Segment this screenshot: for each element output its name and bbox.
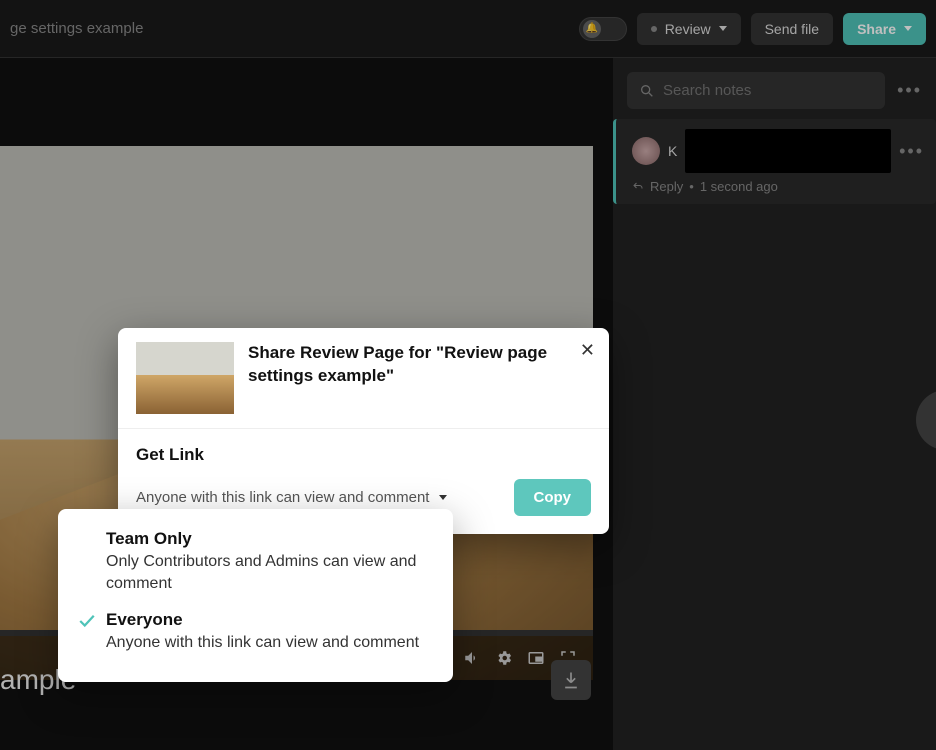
permission-option-title: Everyone [106, 610, 433, 630]
share-thumbnail [136, 342, 234, 414]
permission-option-desc: Anyone with this link can view and comme… [106, 632, 433, 654]
permission-popover: Team Only Only Contributors and Admins c… [58, 509, 453, 682]
copy-link-button[interactable]: Copy [514, 479, 592, 516]
permission-summary: Anyone with this link can view and comme… [136, 489, 429, 506]
permission-option-team-only[interactable]: Team Only Only Contributors and Admins c… [78, 523, 433, 604]
get-link-heading: Get Link [136, 445, 591, 465]
check-icon [78, 614, 96, 633]
permission-option-title: Team Only [106, 529, 433, 549]
permission-option-desc: Only Contributors and Admins can view an… [106, 551, 433, 594]
permission-dropdown[interactable]: Anyone with this link can view and comme… [136, 489, 447, 506]
chevron-down-icon [439, 495, 447, 500]
share-dialog-header: Share Review Page for "Review page setti… [118, 328, 609, 429]
share-dialog: Share Review Page for "Review page setti… [118, 328, 609, 534]
permission-option-everyone[interactable]: Everyone Anyone with this link can view … [78, 604, 433, 664]
close-icon[interactable]: ✕ [580, 340, 595, 361]
share-dialog-title: Share Review Page for "Review page setti… [248, 342, 591, 388]
